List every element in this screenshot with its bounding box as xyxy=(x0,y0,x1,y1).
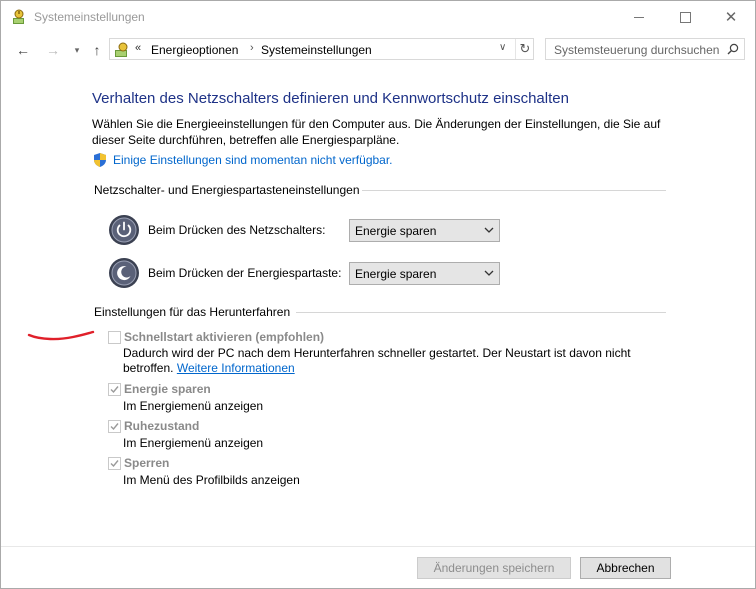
breadcrumb-overflow[interactable]: « xyxy=(135,42,141,54)
fast-startup-description: Dadurch wird der PC nach dem Herunterfah… xyxy=(123,346,643,376)
cancel-button[interactable]: Abbrechen xyxy=(580,557,671,579)
select-value: Energie sparen xyxy=(355,224,437,238)
fast-startup-checkbox[interactable] xyxy=(108,331,121,344)
breadcrumb-energieoptionen[interactable]: Energieoptionen xyxy=(151,43,238,57)
power-button-icon xyxy=(109,215,139,245)
divider xyxy=(362,190,666,191)
chevron-down-icon: ▾ xyxy=(74,44,80,55)
search-placeholder: Systemsteuerung durchsuchen xyxy=(554,43,720,57)
page-title: Verhalten des Netzschalters definieren u… xyxy=(92,90,569,107)
maximize-button[interactable] xyxy=(662,1,708,33)
divider xyxy=(296,312,666,313)
shutdown-settings-heading: Einstellungen für das Herunterfahren xyxy=(94,305,291,319)
hibernate-menu-checkbox[interactable] xyxy=(108,420,121,433)
navigation-bar: ← → ▾ ↑ « Energieoptionen › Systemeinste… xyxy=(1,37,755,63)
fast-startup-label: Schnellstart aktivieren (empfohlen) xyxy=(124,330,325,344)
forward-button[interactable]: → xyxy=(43,39,63,61)
power-button-action-select[interactable]: Energie sparen xyxy=(349,219,500,242)
address-bar[interactable]: « Energieoptionen › Systemeinstellungen … xyxy=(109,38,534,60)
breadcrumb-systemeinstellungen[interactable]: Systemeinstellungen xyxy=(261,43,372,57)
sleep-button-icon xyxy=(109,258,139,288)
lock-option-label: Sperren xyxy=(124,456,170,470)
checkmark-icon xyxy=(110,460,119,468)
power-options-icon xyxy=(13,9,24,24)
chevron-down-icon xyxy=(484,270,494,276)
lock-menu-checkbox[interactable] xyxy=(108,457,121,470)
arrow-up-icon: ↑ xyxy=(93,42,101,58)
save-changes-button[interactable]: Änderungen speichern xyxy=(417,557,571,579)
minimize-button[interactable] xyxy=(616,1,662,33)
power-button-label: Beim Drücken des Netzschalters: xyxy=(148,223,326,237)
search-icon xyxy=(727,43,739,55)
sleep-button-label: Beim Drücken der Energiespartaste: xyxy=(148,266,342,280)
minimize-icon xyxy=(634,16,644,18)
change-unavailable-settings-link[interactable]: Einige Einstellungen sind momentan nicht… xyxy=(113,153,393,167)
back-button[interactable]: ← xyxy=(13,39,33,61)
window: Systemeinstellungen ✕ ← → ▾ ↑ « Energieo… xyxy=(0,0,756,589)
up-button[interactable]: ↑ xyxy=(87,39,107,61)
red-annotation-stroke xyxy=(27,330,95,341)
chevron-down-icon xyxy=(484,227,494,233)
hibernate-option-description: Im Energiemenü anzeigen xyxy=(123,436,264,450)
hibernate-option-label: Ruhezustand xyxy=(124,419,200,433)
window-title: Systemeinstellungen xyxy=(34,10,145,24)
close-icon: ✕ xyxy=(724,8,738,26)
address-dropdown-icon[interactable]: ∨ xyxy=(499,42,506,53)
more-info-link[interactable]: Weitere Informationen xyxy=(177,361,295,375)
select-value: Energie sparen xyxy=(355,267,437,281)
sleep-menu-checkbox[interactable] xyxy=(108,383,121,396)
breadcrumb-separator-icon[interactable]: › xyxy=(250,42,254,54)
intro-text: Wählen Sie die Energieeinstellungen für … xyxy=(92,117,661,147)
checkmark-icon xyxy=(110,386,119,394)
sleep-option-label: Energie sparen xyxy=(124,382,211,396)
close-button[interactable]: ✕ xyxy=(708,1,754,33)
refresh-button[interactable]: ↻ xyxy=(515,39,534,59)
arrow-right-icon: → xyxy=(46,42,60,58)
search-input[interactable]: Systemsteuerung durchsuchen xyxy=(545,38,745,60)
lock-option-description: Im Menü des Profilbilds anzeigen xyxy=(123,473,300,487)
arrow-left-icon: ← xyxy=(16,42,30,58)
refresh-icon: ↻ xyxy=(519,41,531,56)
title-bar: Systemeinstellungen ✕ xyxy=(1,1,755,33)
recent-locations-button[interactable]: ▾ xyxy=(67,39,87,61)
uac-shield-icon xyxy=(94,153,106,167)
checkmark-icon xyxy=(110,423,119,431)
control-panel-icon xyxy=(115,42,128,57)
maximize-icon xyxy=(679,11,691,23)
sleep-button-action-select[interactable]: Energie sparen xyxy=(349,262,500,285)
power-buttons-heading: Netzschalter- und Energiespartasteneinst… xyxy=(94,183,360,197)
footer-divider xyxy=(1,546,755,547)
sleep-option-description: Im Energiemenü anzeigen xyxy=(123,399,264,413)
